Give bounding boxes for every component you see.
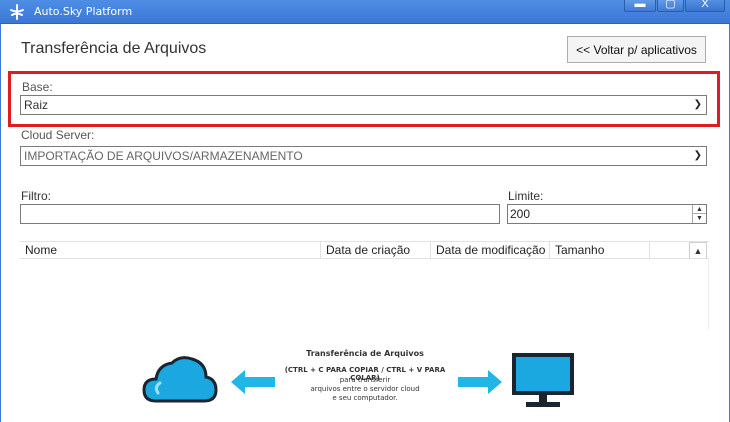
column-header-nome[interactable]: Nome [20, 242, 321, 259]
base-select[interactable]: Raiz ❯ [20, 95, 707, 115]
chevron-down-icon: ❯ [693, 150, 702, 161]
spin-down-icon[interactable]: ▼ [693, 214, 706, 223]
scroll-up-icon[interactable]: ▲ [689, 242, 707, 260]
table-header: Nome Data de criação Data de modificação… [20, 241, 709, 259]
computer-icon [512, 353, 574, 407]
column-header-tamanho[interactable]: Tamanho [550, 242, 650, 259]
base-label: Base: [22, 80, 53, 94]
back-to-apps-button[interactable]: << Voltar p/ aplicativos [567, 36, 706, 63]
limite-stepper[interactable]: 200 ▲ ▼ [507, 204, 707, 224]
spin-up-icon[interactable]: ▲ [693, 205, 706, 214]
maximize-button[interactable]: ▢ [657, 0, 684, 12]
base-select-value: Raiz [24, 98, 49, 112]
arrow-right-icon [458, 370, 502, 394]
info-description: para transferir arquivos entre o servido… [290, 376, 440, 403]
limite-spin: ▲ ▼ [692, 205, 706, 223]
cloud-server-label: Cloud Server: [21, 128, 95, 142]
info-desc-line: arquivos entre o servidor cloud [310, 385, 420, 393]
limite-value: 200 [510, 207, 531, 221]
info-desc-line: para transferir [339, 376, 391, 384]
page-title: Transferência de Arquivos [21, 40, 207, 57]
cloud-icon [142, 356, 218, 403]
column-header-data-criacao[interactable]: Data de criação [321, 242, 431, 259]
filtro-label: Filtro: [21, 189, 51, 203]
window-title: Auto.Sky Platform [34, 5, 133, 18]
cloud-server-select-value: IMPORTAÇÃO DE ARQUIVOS/ARMAZENAMENTO [24, 149, 303, 163]
info-desc-line: e seu computador. [332, 394, 398, 402]
file-list[interactable] [20, 259, 709, 329]
limite-label: Limite: [508, 189, 544, 203]
title-bar: Auto.Sky Platform ▬ ▢ X [0, 0, 730, 24]
chevron-down-icon: ❯ [693, 99, 702, 110]
filtro-input[interactable] [20, 204, 500, 224]
arrow-left-icon [231, 370, 275, 394]
column-header-data-modificacao[interactable]: Data de modificação [431, 242, 550, 259]
close-button[interactable]: X [685, 0, 725, 12]
app-logo-icon [10, 4, 24, 20]
minimize-button[interactable]: ▬ [624, 0, 656, 12]
info-title: Transferência de Arquivos [306, 349, 424, 358]
cloud-server-select[interactable]: IMPORTAÇÃO DE ARQUIVOS/ARMAZENAMENTO ❯ [20, 146, 707, 166]
